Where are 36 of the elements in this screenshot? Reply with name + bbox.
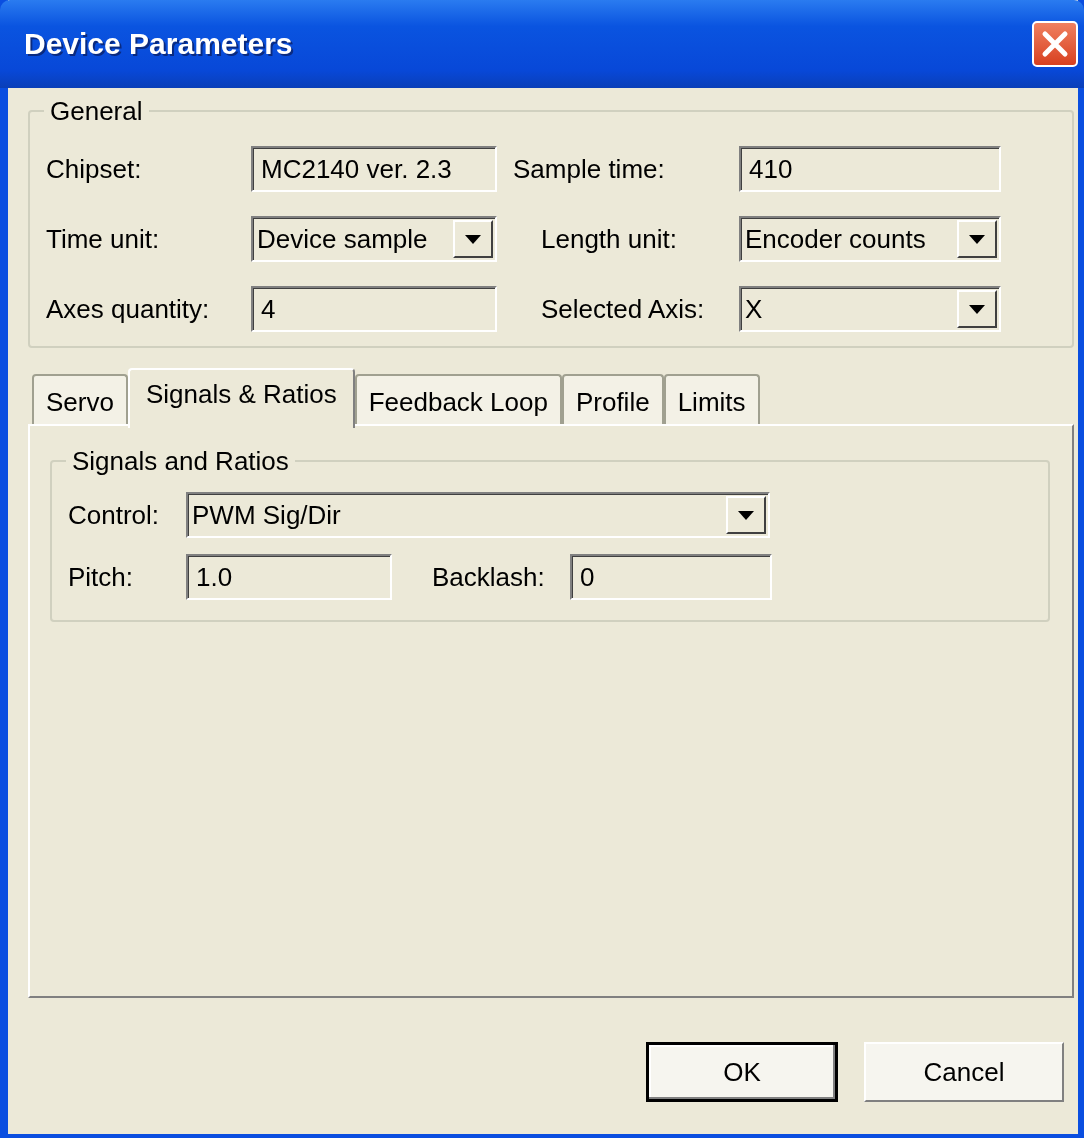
dropdown[interactable]: PWM Sig/Dir: [186, 492, 770, 538]
text-field[interactable]: 4: [251, 286, 497, 332]
text-field[interactable]: 410: [739, 146, 1001, 192]
text-field[interactable]: 1.0: [186, 554, 392, 600]
dropdown[interactable]: Device sample: [251, 216, 497, 262]
close-icon: [1041, 30, 1069, 58]
tab[interactable]: Feedback Loop: [354, 374, 562, 424]
field-label: Chipset:: [46, 153, 143, 185]
button[interactable]: Cancel: [864, 1042, 1064, 1102]
dropdown-button[interactable]: [726, 496, 766, 534]
dropdown-button[interactable]: [453, 220, 493, 258]
button[interactable]: OK: [646, 1042, 838, 1102]
down-arrow-icon: [465, 234, 481, 244]
tab[interactable]: Servo: [32, 374, 128, 424]
field-label: Axes quantity:: [46, 293, 211, 325]
tab[interactable]: Profile: [561, 374, 664, 424]
text-field[interactable]: 0: [570, 554, 772, 600]
tab[interactable]: Limits: [663, 374, 760, 424]
tab[interactable]: Signals & Ratios: [127, 368, 355, 428]
down-arrow-icon: [738, 510, 754, 520]
close-button[interactable]: [1032, 21, 1078, 67]
field-label: Sample time:: [513, 153, 666, 185]
field-label: Pitch:: [68, 561, 135, 593]
dropdown-button[interactable]: [957, 220, 997, 258]
field-label: Length unit:: [541, 223, 678, 255]
window-title: Device Parameters: [24, 27, 293, 61]
field-label: Backlash:: [432, 561, 546, 593]
field-label: Time unit:: [46, 223, 161, 255]
down-arrow-icon: [969, 304, 985, 314]
field-label: Selected Axis:: [541, 293, 706, 325]
dropdown[interactable]: Encoder counts: [739, 216, 1001, 262]
dropdown[interactable]: X: [739, 286, 1001, 332]
field-label: Control:: [68, 499, 161, 531]
down-arrow-icon: [969, 234, 985, 244]
text-field[interactable]: MC2140 ver. 2.3: [251, 146, 497, 192]
dropdown-button[interactable]: [957, 290, 997, 328]
